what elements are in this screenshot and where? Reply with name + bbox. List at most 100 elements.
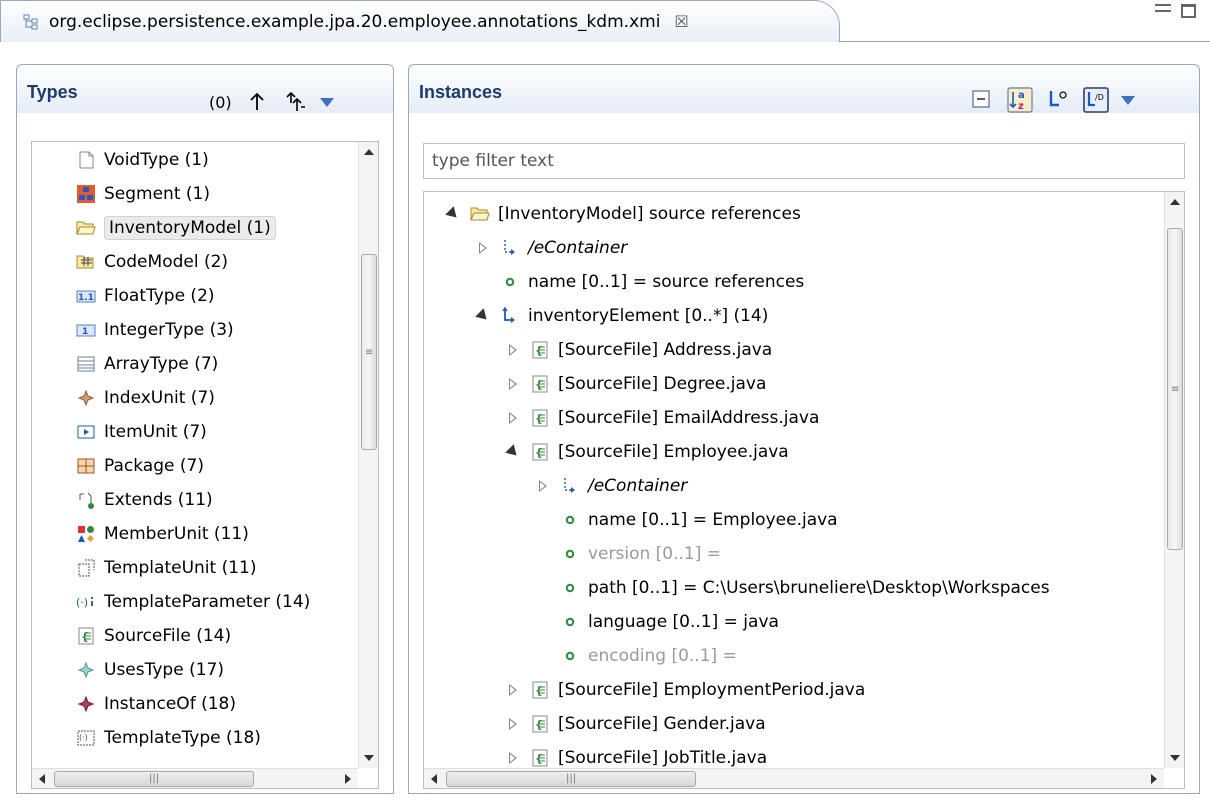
type-list-item[interactable]: Segment (1) [76,178,210,210]
scroll-left-arrow-icon[interactable] [431,774,437,784]
source-file-icon: { [530,340,550,360]
scroll-down-arrow-icon[interactable] [1170,755,1180,761]
type-list-item[interactable]: 1 IntegerType (3) [76,314,234,346]
scroll-down-arrow-icon[interactable] [364,755,374,761]
instance-tree-row[interactable]: {[SourceFile] EmailAddress.java [506,402,819,434]
type-list-item[interactable]: VoidType (1) [76,144,209,176]
up-arrow-icon[interactable] [244,89,270,115]
scroll-right-arrow-icon[interactable] [1151,774,1157,784]
type-list-item[interactable]: (·) TemplateType (18) [76,722,261,754]
vertical-scrollbar[interactable]: ≡ [1164,192,1184,768]
type-list-item[interactable]: 1.1 FloatType (2) [76,280,215,312]
collapsed-arrow-icon[interactable] [506,751,520,765]
instance-tree-row[interactable]: /eContainer [476,232,627,264]
type-list-item[interactable]: (·) TemplateParameter (14) [76,586,310,618]
collapsed-arrow-icon[interactable] [476,241,490,255]
type-filter-input[interactable] [423,143,1185,179]
type-list-item[interactable]: Package (7) [76,450,204,482]
collapsed-arrow-icon[interactable] [506,717,520,731]
horizontal-scroll-thumb[interactable]: ||| [54,771,254,787]
maximize-icon[interactable] [1181,4,1196,18]
types-tree[interactable]: VoidType (1) Segment (1) InventoryModel (1… [31,141,379,789]
type-list-item[interactable]: Extends (11) [76,484,213,516]
collapsed-arrow-icon[interactable] [506,377,520,391]
show-containment-icon[interactable] [1045,87,1071,113]
expanded-arrow-icon[interactable] [446,207,460,221]
type-list-item-label: CodeModel (2) [104,252,229,272]
editor-tab[interactable]: org.eclipse.persistence.example.jpa.20.e… [0,0,840,42]
tab-strip-divider [838,41,1210,42]
instance-tree-row[interactable]: language [0..1] = java [536,606,779,638]
type-list-item[interactable]: InstanceOf (18) [76,688,236,720]
close-tab-icon[interactable]: ☒ [674,12,688,31]
types-panel: Types (0) VoidType (1) Segment (1) Invento… [16,64,394,794]
scroll-right-arrow-icon[interactable] [345,774,351,784]
instance-tree-row[interactable]: inventoryElement [0..*] (14) [476,300,768,332]
float-type-icon: 1.1 [76,286,96,306]
instance-tree-row[interactable]: name [0..1] = source references [476,266,804,298]
type-list-item[interactable]: MemberUnit (11) [76,518,249,550]
type-list-item-label: Segment (1) [104,184,210,204]
instance-tree-row[interactable]: {[SourceFile] Degree.java [506,368,766,400]
instance-tree-row-label: [SourceFile] Gender.java [558,714,766,734]
instance-tree-row[interactable]: {[SourceFile] Address.java [506,334,772,366]
collapsed-arrow-icon[interactable] [506,411,520,425]
collapse-all-icon[interactable] [969,87,995,113]
type-list-item-label: TemplateParameter (14) [104,592,311,612]
instances-menu-dropdown-icon[interactable] [1121,95,1135,105]
instances-tree[interactable]: [InventoryModel] source references/eCont… [423,191,1185,789]
grip-icon: ≡ [1171,384,1180,395]
horizontal-scroll-thumb[interactable]: ||| [446,771,696,787]
instance-tree-row[interactable]: [InventoryModel] source references [446,198,801,230]
type-list-item[interactable]: InventoryModel (1) [76,212,276,244]
vertical-scroll-thumb[interactable]: ≡ [361,254,377,450]
vertical-scroll-thumb[interactable]: ≡ [1167,228,1183,550]
type-list-item[interactable]: UsesType (17) [76,654,224,686]
type-list-item[interactable]: ItemUnit (7) [76,416,207,448]
horizontal-scrollbar[interactable]: ||| [32,768,358,788]
type-list-item[interactable]: TemplateUnit (11) [76,552,256,584]
template-parameter-icon: (·) [76,592,96,612]
svg-text:(·): (·) [76,596,88,609]
instance-tree-row[interactable]: path [0..1] = C:\Users\bruneliere\Deskto… [536,572,1050,604]
horizontal-scrollbar[interactable]: ||| [424,768,1164,788]
collapsed-arrow-icon[interactable] [506,343,520,357]
source-file-icon: { [530,408,550,428]
type-list-item[interactable]: {SourceFile (14) [76,620,231,652]
scroll-left-arrow-icon[interactable] [39,774,45,784]
instance-tree-row[interactable]: /eContainer [536,470,687,502]
expanded-arrow-icon[interactable] [476,309,490,323]
instance-tree-row[interactable]: encoding [0..1] = [536,640,737,672]
scroll-up-arrow-icon[interactable] [364,149,374,155]
instance-tree-row[interactable]: name [0..1] = Employee.java [536,504,838,536]
sort-alphabetically-icon[interactable]: az [1007,87,1033,113]
type-list-item[interactable]: ArrayType (7) [76,348,218,380]
types-menu-dropdown-icon[interactable] [319,97,334,107]
attribute-dot-icon [560,544,580,564]
type-list-item[interactable]: IndexUnit (7) [76,382,215,414]
types-panel-title: Types [27,82,78,102]
minimize-icon[interactable] [1155,4,1171,12]
attribute-dot-icon [560,646,580,666]
type-list-item-label: UsesType (17) [104,660,224,680]
instance-tree-row[interactable]: {[SourceFile] Gender.java [506,708,766,740]
instance-tree-row-label: [InventoryModel] source references [498,204,801,224]
instance-tree-row[interactable]: {[SourceFile] Employee.java [506,436,789,468]
type-list-item[interactable]: CodeModel (2) [76,246,228,278]
vertical-scrollbar[interactable]: ≡ [358,142,378,768]
collapsed-arrow-icon[interactable] [536,479,550,493]
attribute-dot-icon [560,612,580,632]
instance-tree-row[interactable]: {[SourceFile] EmploymentPeriod.java [506,674,865,706]
svg-text:(·): (·) [79,733,88,742]
expanded-arrow-icon[interactable] [506,445,520,459]
go-to-parent-icon[interactable] [282,89,308,115]
instance-tree-row-label: [SourceFile] JobTitle.java [558,748,768,768]
scroll-up-arrow-icon[interactable] [1170,199,1180,205]
instance-tree-row[interactable]: version [0..1] = [536,538,721,570]
type-list-item-label: ArrayType (7) [104,354,219,374]
folder-icon [76,218,96,238]
reference-arrow-icon [500,306,520,326]
collapsed-arrow-icon[interactable] [506,683,520,697]
show-derived-icon[interactable]: /D [1083,87,1109,113]
